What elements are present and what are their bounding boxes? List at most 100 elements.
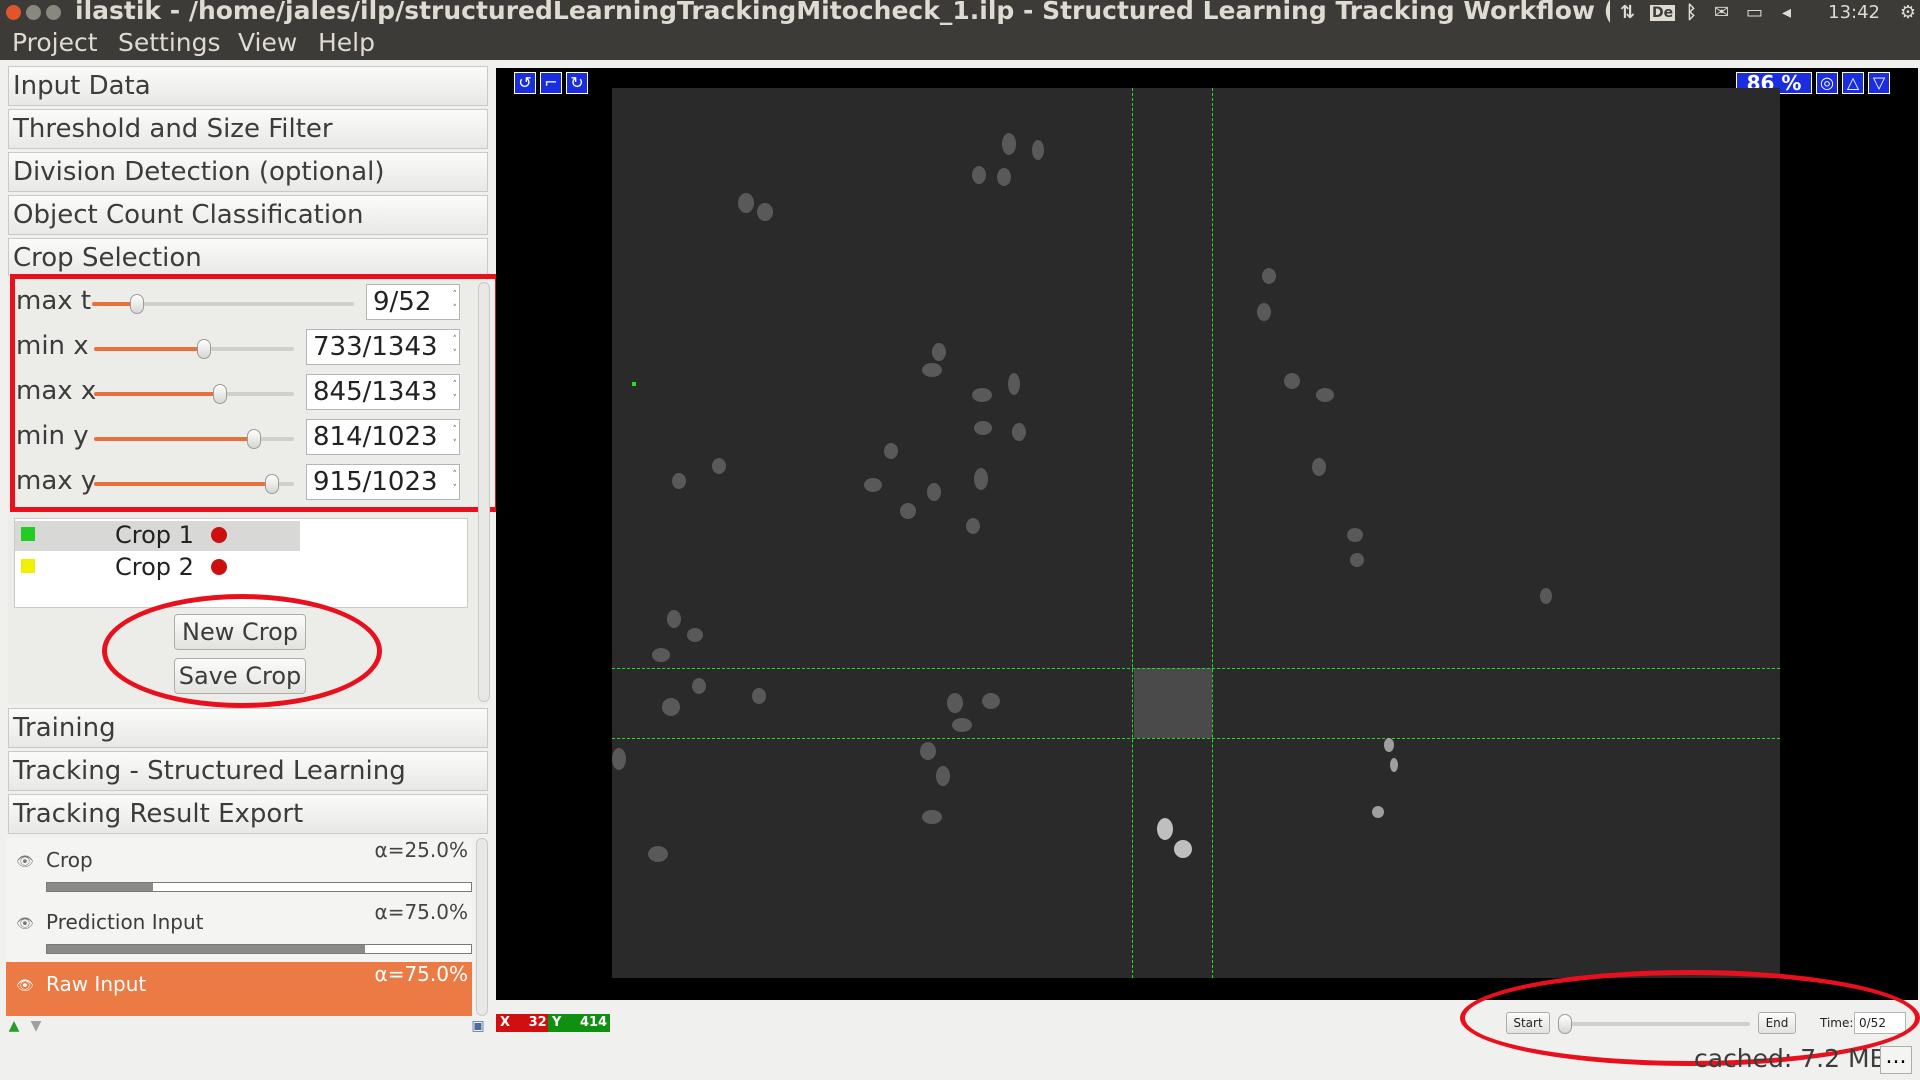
nucleus — [1157, 818, 1173, 840]
rotate-left-icon[interactable]: ↺ — [514, 72, 536, 94]
nucleus — [972, 388, 992, 402]
eye-icon[interactable]: 👁 — [16, 978, 34, 994]
layer-item-crop[interactable]: 👁 Crop α=25.0% — [6, 838, 472, 898]
nucleus — [712, 458, 726, 474]
applet-input-data[interactable]: Input Data — [8, 66, 488, 106]
nucleus — [648, 846, 668, 862]
crop-name: Crop 2 — [115, 553, 194, 581]
cursor-marker — [632, 382, 636, 386]
system-tray: ⇅ De ᛒ ✉ ▭ ◂ 13:42 ⚙ — [1610, 0, 1920, 28]
y-coordinate-label: Y — [552, 1015, 562, 1030]
maximize-window-button[interactable] — [46, 5, 61, 20]
applet-object-count[interactable]: Object Count Classification — [8, 195, 488, 235]
nucleus — [974, 468, 988, 490]
crop-line-horizontal — [612, 668, 1780, 669]
move-layer-down-icon[interactable]: ▼ — [28, 1018, 44, 1034]
snapshot-icon[interactable]: ◎ — [1816, 72, 1838, 94]
delete-crop-icon[interactable] — [211, 527, 227, 543]
bluetooth-icon[interactable]: ᛒ — [1686, 2, 1697, 23]
nucleus — [932, 343, 946, 361]
delete-crop-icon[interactable] — [211, 559, 227, 575]
menu-project[interactable]: Project — [12, 28, 98, 57]
layer-opacity-fill — [47, 883, 153, 891]
applet-export[interactable]: Tracking Result Export — [8, 794, 488, 834]
applet-tracking[interactable]: Tracking - Structured Learning — [8, 751, 488, 791]
nucleus — [927, 483, 941, 501]
clock[interactable]: 13:42 — [1828, 2, 1880, 23]
crop-color-swatch[interactable] — [21, 559, 35, 573]
nucleus — [1347, 528, 1363, 542]
crop-line-vertical — [1212, 88, 1213, 978]
minimize-window-button[interactable] — [26, 5, 41, 20]
nucleus — [922, 810, 942, 824]
keyboard-layout-icon[interactable]: De — [1650, 5, 1676, 21]
menu-help[interactable]: Help — [318, 28, 375, 57]
applet-crop-selection[interactable]: Crop Selection — [8, 238, 488, 278]
nucleus — [1174, 840, 1192, 858]
nucleus — [900, 503, 916, 519]
nucleus — [1540, 588, 1552, 604]
layer-item-prediction-input[interactable]: 👁 Prediction Input α=75.0% — [6, 900, 472, 960]
mail-icon[interactable]: ✉ — [1714, 2, 1729, 23]
volume-icon[interactable]: ◂ — [1782, 2, 1791, 23]
maximize-view-icon[interactable]: △ — [1842, 72, 1864, 94]
layer-name: Prediction Input — [46, 910, 204, 934]
nucleus — [672, 473, 686, 489]
crop-list-item[interactable]: Crop 1 — [15, 521, 300, 551]
nucleus — [667, 610, 681, 628]
x-coordinate-label: X — [500, 1015, 511, 1030]
window-title: ilastik - /home/jales/ilp/structuredLear… — [75, 0, 1862, 25]
nucleus — [687, 628, 703, 642]
crop-name: Crop 1 — [115, 521, 194, 549]
rotate-right-icon[interactable]: ↻ — [566, 72, 588, 94]
nucleus — [1390, 758, 1398, 772]
nucleus — [738, 193, 754, 213]
window-titlebar: ilastik - /home/jales/ilp/structuredLear… — [0, 0, 1920, 28]
layer-list-scrollbar[interactable] — [476, 838, 488, 1016]
y-coordinate-value: 414 — [579, 1015, 608, 1030]
nucleus — [966, 518, 980, 534]
move-layer-up-icon[interactable]: ▲ — [6, 1018, 22, 1034]
layer-item-raw-input[interactable]: 👁 Raw Input α=75.0% — [6, 962, 472, 1016]
x-coordinate: X 32 — [496, 1014, 548, 1032]
applet-threshold[interactable]: Threshold and Size Filter — [8, 109, 488, 149]
crop-color-swatch[interactable] — [21, 527, 35, 541]
settings-icon[interactable]: ⚙ — [1900, 2, 1916, 23]
layer-alpha: α=25.0% — [374, 838, 468, 862]
close-window-button[interactable] — [6, 5, 21, 20]
restore-view-icon[interactable]: ▽ — [1868, 72, 1890, 94]
eye-icon[interactable]: 👁 — [16, 854, 34, 870]
nucleus — [1316, 388, 1334, 402]
menu-settings[interactable]: Settings — [118, 28, 221, 57]
nucleus — [1032, 140, 1044, 160]
applet-training[interactable]: Training — [8, 708, 488, 748]
nucleus — [752, 688, 766, 704]
nucleus — [652, 648, 670, 662]
nucleus — [1002, 133, 1016, 155]
crop-line-horizontal — [612, 738, 1780, 739]
crop-line-vertical — [1132, 88, 1133, 978]
nucleus — [922, 363, 942, 377]
layer-name: Crop — [46, 848, 93, 872]
layer-list: 👁 Crop α=25.0% 👁 Prediction Input α=75.0… — [6, 838, 472, 1016]
image-viewer[interactable]: ↺ ⌐ ↻ 86 % ◎ △ ▽ — [496, 68, 1918, 1000]
network-icon[interactable]: ⇅ — [1620, 2, 1635, 23]
nucleus — [936, 766, 950, 786]
nucleus — [1012, 423, 1026, 441]
crop-panel-scrollbar[interactable] — [478, 282, 490, 702]
crop-region — [1134, 668, 1212, 738]
layer-opacity-bar[interactable] — [46, 882, 472, 892]
eye-icon[interactable]: 👁 — [16, 916, 34, 932]
layer-opacity-bar[interactable] — [46, 944, 472, 954]
nucleus — [1312, 458, 1326, 476]
nucleus — [1262, 268, 1276, 284]
crop-list-item[interactable]: Crop 2 — [15, 553, 300, 583]
more-button[interactable]: ... — [1880, 1046, 1912, 1074]
annotation-ellipse — [102, 594, 382, 708]
battery-icon[interactable]: ▭ — [1746, 2, 1763, 23]
applet-division-detection[interactable]: Division Detection (optional) — [8, 152, 488, 192]
menu-view[interactable]: View — [238, 28, 297, 57]
swap-axes-icon[interactable]: ⌐ — [540, 72, 562, 94]
raw-image[interactable] — [612, 88, 1780, 978]
layer-options-icon[interactable]: ▣ — [470, 1018, 486, 1034]
